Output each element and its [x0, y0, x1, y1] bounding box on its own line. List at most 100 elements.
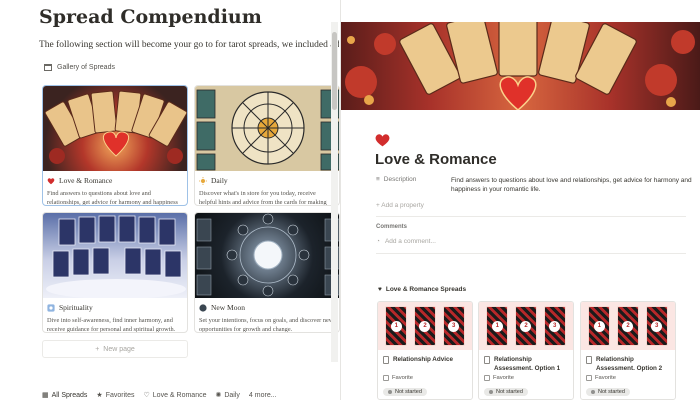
favorite-checkbox[interactable]: Favorite [378, 375, 472, 381]
page-title: Spread Compendium [39, 6, 262, 28]
sun-icon [199, 176, 207, 185]
card-cover-image [43, 213, 187, 298]
divider [376, 216, 686, 217]
card-description: Dive into self-awareness, find inner har… [47, 317, 176, 333]
add-comment-placeholder: Add a comment... [384, 238, 436, 245]
card-description: Set your intentions, focus on goals, and… [199, 317, 334, 333]
add-property-button[interactable]: + Add a property [376, 202, 424, 209]
gallery-card-love-romance[interactable]: Love & Romance Find answers to questions… [42, 85, 188, 206]
new-moon-tarot-illustration [196, 213, 339, 297]
page-icon [383, 356, 389, 364]
daily-tarot-illustration [196, 89, 339, 171]
card-title-row: Spirituality [43, 298, 187, 312]
spread-card-title: Relationship Assessment. Option 2 [596, 356, 663, 372]
favorite-label: Favorite [392, 375, 413, 381]
spread-card-title-row: Relationship Assessment. Option 2 [581, 350, 675, 375]
tab-love-romance[interactable]: ♡ Love & Romance [143, 391, 207, 400]
gallery-page: Spread Compendium The following section … [0, 0, 340, 400]
card-cover-image [195, 86, 339, 171]
property-name: ≡ Description [376, 176, 451, 194]
comment-avatar-icon: ◔ [376, 238, 380, 245]
plus-icon: + [376, 202, 380, 209]
description-value[interactable]: Find answers to questions about love and… [451, 176, 696, 194]
heart-outline-icon: ♡ [143, 392, 150, 399]
card-title: Daily [211, 176, 228, 185]
favorite-checkbox[interactable]: Favorite [581, 375, 675, 381]
gallery-icon: ▦ [42, 392, 49, 399]
tarot-card-image: 3 [543, 306, 566, 346]
spirituality-tarot-illustration [46, 215, 186, 298]
view-tabs: ▦ All Spreads ★ Favorites ♡ Love & Roman… [42, 391, 277, 400]
linked-database-label: Love & Romance Spreads [385, 286, 467, 293]
tarot-card-image: 1 [588, 306, 611, 346]
spread-card[interactable]: 1 2 3 Relationship Advice Favorite Not s… [377, 301, 473, 400]
tarot-card-image: 1 [385, 306, 408, 346]
status-dot-icon [489, 390, 493, 394]
gallery-card-spirituality[interactable]: Spirituality Dive into self-awareness, f… [42, 212, 188, 333]
status-label: Not started [395, 389, 422, 395]
status-label: Not started [598, 389, 625, 395]
page-title[interactable]: Love & Romance [375, 151, 497, 168]
status-badge[interactable]: Not started [383, 388, 427, 396]
description-property[interactable]: ≡ Description Find answers to questions … [376, 176, 696, 194]
heart-dark-icon: ♥ [378, 286, 382, 293]
spread-card-title: Relationship Assessment. Option 1 [494, 356, 561, 372]
text-lines-icon: ≡ [376, 176, 380, 183]
page-heart-icon[interactable] [374, 132, 391, 151]
tab-favorites[interactable]: ★ Favorites [96, 391, 135, 400]
spread-card-cover: 1 2 3 [479, 302, 573, 350]
heart-icon [47, 177, 55, 184]
tarot-card-image: 2 [514, 306, 537, 346]
favorite-checkbox[interactable]: Favorite [479, 375, 573, 381]
gallery-scrollbar[interactable] [331, 22, 338, 362]
page-icon [586, 356, 592, 364]
tab-label: Love & Romance [152, 391, 207, 399]
card-title: Spirituality [59, 303, 93, 312]
tab-more[interactable]: 4 more... [249, 391, 277, 399]
tab-all-spreads[interactable]: ▦ All Spreads [42, 391, 87, 400]
page-icon [484, 356, 490, 364]
tarot-card-image: 1 [486, 306, 509, 346]
card-description: Discover what's in store for you today, … [199, 190, 327, 206]
tarot-cover-illustration [345, 22, 695, 110]
gallery-view-label-text: Gallery of Spreads [57, 64, 115, 71]
spread-card[interactable]: 1 2 3 Relationship Assessment. Option 2 … [580, 301, 676, 400]
tarot-card-image: 2 [616, 306, 639, 346]
sun-icon: ✺ [215, 392, 222, 399]
tab-daily[interactable]: ✺ Daily [215, 391, 240, 400]
spread-card-title: Relationship Advice [393, 356, 453, 363]
new-page-button[interactable]: + New page [42, 340, 188, 358]
linked-database-title[interactable]: ♥ Love & Romance Spreads [378, 286, 466, 293]
card-description: Find answers to questions about love and… [47, 190, 178, 206]
property-label: Description [383, 176, 417, 183]
intro-text: The following section will become your g… [39, 40, 339, 50]
gallery-card-new-moon[interactable]: New Moon Set your intentions, focus on g… [194, 212, 340, 333]
scrollbar-thumb[interactable] [332, 32, 337, 110]
status-dot-icon [388, 390, 392, 394]
checkbox-icon [383, 375, 389, 381]
spread-card-title-row: Relationship Advice [378, 350, 472, 375]
checkbox-icon [586, 375, 592, 381]
spread-card-cover: 1 2 3 [581, 302, 675, 350]
page-cover-image [341, 22, 700, 110]
tab-label: Daily [224, 391, 240, 399]
new-moon-icon [199, 303, 207, 312]
status-badge[interactable]: Not started [586, 388, 630, 396]
gallery-view-label[interactable]: Gallery of Spreads [44, 64, 115, 71]
gallery-icon [44, 64, 52, 71]
divider [376, 253, 686, 254]
tab-label: Favorites [105, 391, 135, 399]
gallery-card-daily[interactable]: Daily Discover what's in store for you t… [194, 85, 340, 206]
detail-page: Love & Romance ≡ Description Find answer… [341, 0, 700, 400]
status-badge[interactable]: Not started [484, 388, 528, 396]
tab-label: 4 more... [248, 391, 277, 399]
card-cover-image [43, 86, 187, 171]
card-title-row: Daily [195, 171, 339, 185]
spread-card-cover: 1 2 3 [378, 302, 472, 350]
status-dot-icon [591, 390, 595, 394]
add-comment-input[interactable]: ◔ Add a comment... [376, 238, 436, 245]
card-title-row: New Moon [195, 298, 339, 312]
spread-card[interactable]: 1 2 3 Relationship Assessment. Option 1 … [478, 301, 574, 400]
star-icon: ★ [96, 392, 103, 399]
comments-heading: Comments [376, 224, 408, 230]
